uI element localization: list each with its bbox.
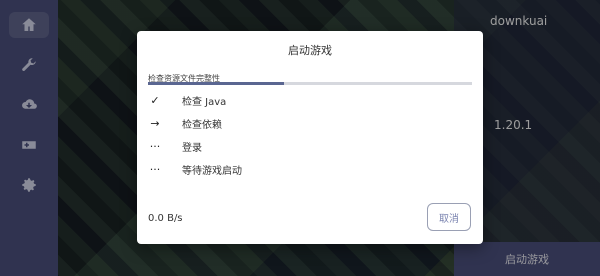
task-label: 登录 bbox=[182, 143, 202, 154]
task-label: 检查依赖 bbox=[182, 120, 222, 131]
task-label: 检查 Java bbox=[182, 97, 227, 108]
task-label: 等待游戏启动 bbox=[182, 166, 242, 177]
more-icon: ··· bbox=[149, 163, 161, 176]
download-speed: 0.0 B/s bbox=[148, 213, 183, 224]
check-icon: ✓ bbox=[150, 94, 160, 107]
progress-fill bbox=[148, 82, 285, 85]
task-login: ··· 登录 bbox=[148, 139, 202, 154]
dialog-title: 启动游戏 bbox=[288, 44, 332, 57]
more-icon: ··· bbox=[149, 140, 161, 153]
progress-bar bbox=[148, 82, 472, 85]
cancel-button[interactable]: 取消 bbox=[427, 203, 471, 231]
task-check-java: ✓ 检查 Java bbox=[148, 93, 226, 108]
task-check-dependencies: → 检查依赖 bbox=[148, 116, 222, 131]
task-wait-launch: ··· 等待游戏启动 bbox=[148, 162, 242, 177]
launch-dialog: 启动游戏 检查资源文件完整性 ✓ 检查 Java → 检查依赖 ··· 登录 ·… bbox=[137, 31, 483, 244]
arrow-right-icon: → bbox=[150, 117, 160, 130]
